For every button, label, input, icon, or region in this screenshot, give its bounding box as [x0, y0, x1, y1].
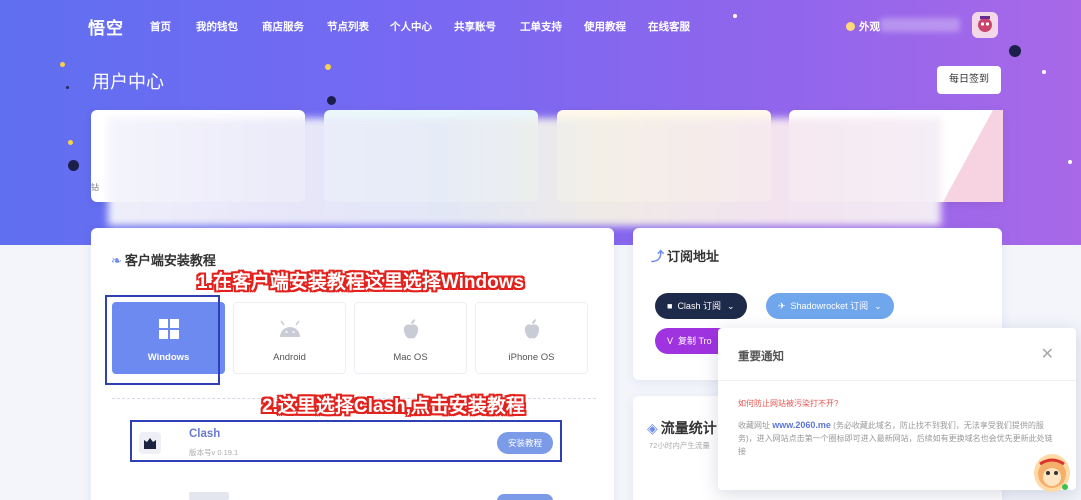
notice-dialog: 重要通知 ✕ 如何防止网站被污染打不开? 收藏网址 www.2060.me (务…	[718, 328, 1076, 490]
nav-item-nodes[interactable]: 节点列表	[327, 19, 369, 34]
username-blurred[interactable]	[880, 18, 960, 32]
clash-subscribe-button[interactable]: ■ Clash 订阅 ⌄	[655, 293, 747, 319]
copy-trojan-label: 复制 Tro	[678, 336, 712, 346]
apple-icon	[403, 319, 418, 339]
os-option-android[interactable]: Android	[233, 302, 346, 374]
annotation-step-1: 1.在客户端安装教程这里选择Windows	[197, 272, 525, 293]
annotation-step-2: 2.这里选择Clash,点击安装教程	[262, 396, 525, 417]
nav-item-home[interactable]: 首页	[150, 19, 171, 34]
chevron-down-icon: ⌄	[726, 301, 735, 311]
avatar[interactable]	[972, 12, 998, 38]
top-nav: 悟空 首页 我的钱包 商店服务 节点列表 个人中心 共享账号 工单支持 使用教程…	[0, 10, 1081, 40]
os-option-iphone[interactable]: iPhone OS	[475, 302, 588, 374]
subscribe-title-text: 订阅地址	[667, 249, 720, 264]
traffic-title: ◈ 流量统计	[647, 418, 717, 438]
shadowrocket-subscribe-label: Shadowrocket 订阅	[790, 301, 869, 311]
nav-item-support[interactable]: 在线客服	[648, 19, 690, 34]
decor-dot	[68, 140, 73, 145]
v-icon: V	[667, 336, 674, 346]
android-icon	[279, 320, 300, 337]
decor-dot	[60, 62, 65, 67]
avatar-image	[978, 16, 992, 32]
notice-domain[interactable]: www.2060.me	[772, 420, 831, 430]
decor-dot	[1009, 45, 1021, 57]
app-name-placeholder	[189, 492, 229, 500]
logo[interactable]: 悟空	[88, 14, 124, 39]
nav-item-shop[interactable]: 商店服务	[262, 19, 304, 34]
decor-dot	[68, 160, 79, 171]
traffic-title-text: 流量统计	[660, 420, 717, 436]
chart-icon: ◈	[647, 420, 658, 436]
apple-icon	[524, 319, 539, 339]
decor-dot	[327, 96, 336, 105]
stat-card-label: 钻	[91, 183, 99, 192]
daily-checkin-button[interactable]: 每日签到	[937, 66, 1001, 94]
os-option-macos[interactable]: Mac OS	[354, 302, 467, 374]
highlight-box-windows	[105, 295, 220, 385]
notice-link[interactable]: 如何防止网站被污染打不开?	[738, 398, 838, 409]
close-icon[interactable]: ✕	[1041, 344, 1054, 364]
link-icon: ⤴	[651, 249, 665, 264]
decor-dot	[325, 64, 331, 70]
subscribe-title: ⤴ 订阅地址	[651, 246, 719, 265]
divider	[718, 380, 1076, 381]
os-label: Mac OS	[393, 352, 428, 363]
rocket-icon: ✈	[778, 301, 786, 311]
tutorial-title-text: 客户端安装教程	[124, 253, 216, 268]
os-label: iPhone OS	[508, 352, 555, 363]
theme-label: 外观	[859, 21, 880, 33]
install-tutorial-button[interactable]	[497, 494, 553, 500]
decor-dot	[1068, 160, 1072, 164]
clash-subscribe-label: Clash 订阅	[677, 301, 721, 311]
decor-dot	[66, 86, 69, 89]
decor-dot	[1042, 70, 1046, 74]
nav-item-profile[interactable]: 个人中心	[390, 19, 432, 34]
theme-toggle[interactable]: 外观	[846, 19, 880, 34]
app-row-next	[133, 490, 561, 500]
nav-item-tutorials[interactable]: 使用教程	[584, 19, 626, 34]
traffic-subtitle: 72小时内产生流量	[649, 441, 710, 450]
leaf-icon: ❧	[111, 253, 122, 268]
nav-item-tickets[interactable]: 工单支持	[520, 19, 562, 34]
chevron-down-icon: ⌄	[874, 301, 882, 311]
sun-icon	[846, 22, 855, 31]
clash-icon: ■	[667, 301, 673, 311]
notice-body: 收藏网址 www.2060.me (务必收藏此域名，防止找不到我们，无法享受我们…	[738, 419, 1058, 458]
notice-title: 重要通知	[738, 351, 784, 363]
os-label: Android	[273, 352, 306, 363]
highlight-box-clash	[130, 420, 562, 462]
notice-body-prefix: 收藏网址	[738, 421, 770, 430]
shadowrocket-subscribe-button[interactable]: ✈ Shadowrocket 订阅 ⌄	[766, 293, 894, 319]
nav-item-wallet[interactable]: 我的钱包	[196, 19, 238, 34]
blurred-stats-region	[108, 118, 941, 226]
nav-item-shared-accounts[interactable]: 共享账号	[454, 19, 496, 34]
page-title: 用户中心	[92, 72, 164, 92]
chat-assistant-icon[interactable]	[1034, 454, 1070, 492]
